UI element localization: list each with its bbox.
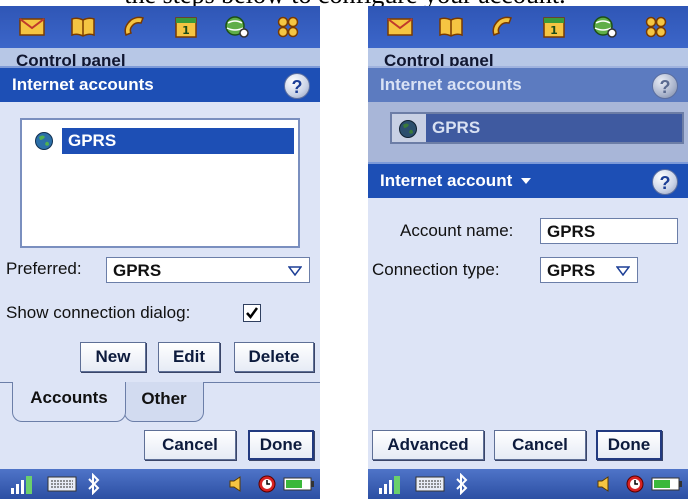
list-item[interactable]: GPRS [26,128,294,154]
done-button[interactable]: Done [596,430,662,460]
alarm-icon [256,472,278,496]
contacts-icon[interactable] [69,13,97,41]
edit-button[interactable]: Edit [158,342,220,372]
volume-icon[interactable] [594,472,616,496]
help-button[interactable]: ? [652,169,678,195]
background-item-label: GPRS [426,114,682,142]
phone-screen-accounts: 1 Control panel Internet accounts ? GPRS… [0,6,320,499]
apps-grid-icon[interactable] [274,13,302,41]
messaging-icon[interactable] [18,13,46,41]
bluetooth-icon [452,472,472,496]
list-item-label: GPRS [62,128,294,154]
application-bar: 1 [0,6,320,48]
background-title-bar: Internet accounts ? [368,66,688,102]
preferred-label: Preferred: [6,259,82,278]
cancel-button[interactable]: Cancel [144,430,236,460]
web-icon[interactable] [223,13,251,41]
dialog-title[interactable]: Internet account [380,171,512,191]
tab-divider [0,382,12,383]
dialog-title: Internet accounts [12,75,154,94]
done-button[interactable]: Done [248,430,314,460]
show-dialog-checkbox[interactable] [243,304,261,322]
dialog-title-bar: Internet accounts ? [0,66,320,102]
tab-divider [204,382,320,383]
breadcrumb: Control panel [0,48,320,66]
phone-icon[interactable] [120,13,148,41]
status-bar [368,469,688,499]
delete-button[interactable]: Delete [234,342,314,372]
calendar-icon[interactable]: 1 [172,13,200,41]
battery-icon [282,472,316,496]
background-title: Internet accounts [380,75,522,94]
connection-type-label: Connection type: [372,260,500,279]
accounts-listbox[interactable]: GPRS [20,118,300,248]
globe-icon [398,119,418,144]
signal-icon [8,472,34,496]
svg-text:1: 1 [182,24,190,37]
help-button-disabled: ? [652,73,678,99]
chevron-down-icon [287,265,303,277]
application-bar: 1 [368,6,688,48]
chevron-down-icon [615,265,631,277]
help-button[interactable]: ? [284,73,310,99]
globe-icon [26,128,62,154]
account-name-label: Account name: [400,221,514,240]
bluetooth-icon [84,472,104,496]
new-button[interactable]: New [80,342,146,372]
status-bar [0,469,320,499]
background-list-area: GPRS [368,102,688,162]
chevron-down-icon[interactable] [520,176,532,186]
contacts-icon[interactable] [437,13,465,41]
apps-grid-icon[interactable] [642,13,670,41]
breadcrumb-label: Control panel [384,51,494,66]
connection-type-select[interactable]: GPRS [540,257,638,283]
dialog-title-bar: Internet account ? [368,162,688,198]
svg-text:1: 1 [550,24,558,37]
messaging-icon[interactable] [386,13,414,41]
alarm-icon [624,472,646,496]
phone-screen-account-editor: 1 Control panel Internet accounts ? GPRS… [368,6,688,499]
phone-icon[interactable] [488,13,516,41]
account-name-field[interactable]: GPRS [540,218,678,244]
battery-icon [650,472,684,496]
calendar-icon[interactable]: 1 [540,13,568,41]
keyboard-icon[interactable] [414,472,446,496]
signal-icon [376,472,402,496]
tab-accounts[interactable]: Accounts [12,382,126,422]
show-dialog-label: Show connection dialog: [6,303,191,322]
tab-other[interactable]: Other [124,382,204,422]
connection-type-value: GPRS [547,261,596,280]
background-list-item: GPRS [390,112,684,144]
advanced-button[interactable]: Advanced [372,430,484,460]
preferred-select[interactable]: GPRS [106,257,310,283]
keyboard-icon[interactable] [46,472,78,496]
cancel-button[interactable]: Cancel [494,430,586,460]
breadcrumb: Control panel [368,48,688,66]
web-icon[interactable] [591,13,619,41]
preferred-value: GPRS [113,261,162,280]
volume-icon[interactable] [226,472,248,496]
breadcrumb-label: Control panel [16,51,126,66]
checkmark-icon [246,307,259,320]
